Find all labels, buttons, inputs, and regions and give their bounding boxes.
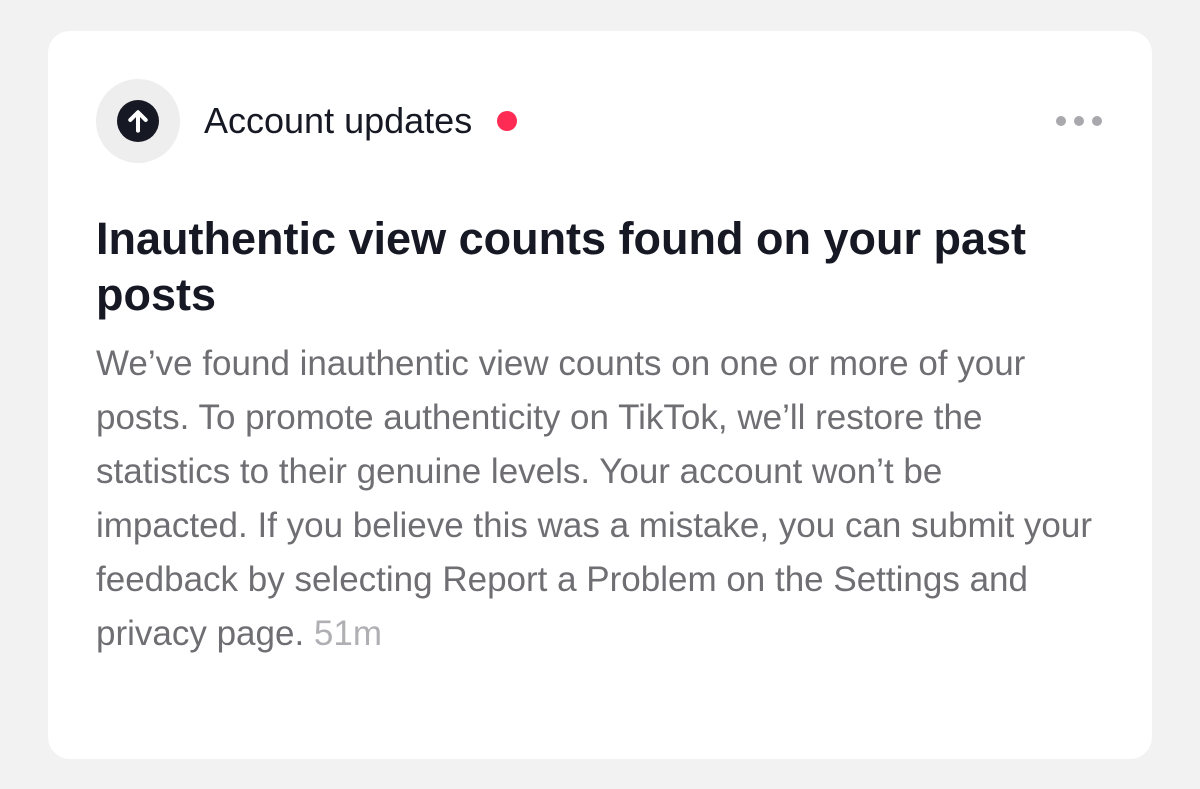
- category-avatar: [96, 79, 180, 163]
- notification-title: Inauthentic view counts found on your pa…: [96, 213, 1027, 320]
- unread-indicator: [497, 111, 518, 131]
- category-label: Account updates: [204, 100, 473, 141]
- notification-message: We’ve found inauthentic view counts on o…: [96, 344, 1093, 653]
- notification-header: Account updates: [96, 79, 1104, 163]
- more-options-button[interactable]: [1044, 101, 1104, 141]
- timestamp: 51m: [313, 614, 382, 653]
- notification-body: We’ve found inauthentic view counts on o…: [96, 337, 1096, 661]
- arrow-up-circle-icon: [117, 100, 159, 142]
- notification-card[interactable]: Account updates Inauthentic view counts …: [48, 31, 1152, 759]
- more-horizontal-icon: [1056, 116, 1102, 126]
